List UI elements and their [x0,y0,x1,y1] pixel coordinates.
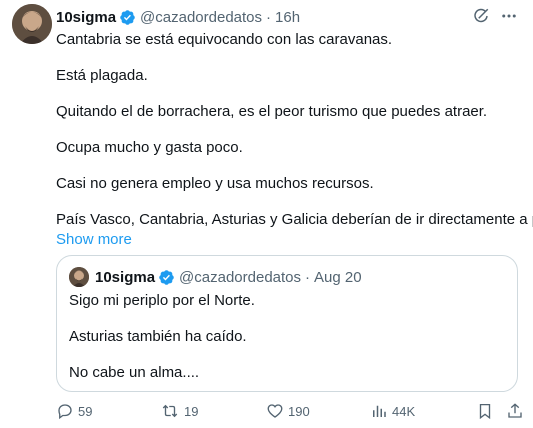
quote-paragraph: Sigo mi periplo por el Norte. [69,292,255,309]
separator-dot: · [305,268,311,286]
avatar-image [12,4,52,44]
quote-paragraph: No cabe un alma.... [69,364,200,381]
views-count: 44K [392,403,416,419]
views-icon [373,405,386,417]
bookmark-button[interactable] [476,402,494,420]
tweet[interactable]: 10sigma @cazadordedatos · 16h Cantabria … [0,0,533,428]
grok-icon[interactable] [471,6,491,26]
like-count: 190 [288,403,310,419]
quoted-tweet[interactable]: 10sigma @cazadordedatos · Aug 20 Sigo mi… [56,255,518,392]
action-bar: 59 19 190 44K [56,402,524,422]
quote-verified-badge-icon [158,269,175,286]
tweet-paragraph: Quitando el de borrachera, es el peor tu… [56,103,488,120]
tweet-paragraph: País Vasco, Cantabria, Asturias y Galici… [56,211,533,228]
retweet-button[interactable]: 19 [160,402,198,420]
separator-dot: · [266,8,272,26]
tweet-paragraph: Ocupa mucho y gasta poco. [56,139,243,156]
quote-author-name: 10sigma [95,268,156,286]
quote-date: Aug 20 [314,268,362,286]
quote-avatar-image [69,267,89,287]
verified-badge-icon[interactable] [119,9,136,26]
views-button[interactable]: 44K [370,402,415,420]
quote-header: 10sigma @cazadordedatos · Aug 20 [95,266,362,288]
show-more-link[interactable]: Show more [56,230,526,250]
author-handle[interactable]: @cazadordedatos [140,9,262,26]
more-icon[interactable] [499,6,519,26]
tweet-paragraph: Cantabria se está equivocando con las ca… [56,31,393,48]
header-actions [471,6,519,26]
reply-count: 59 [78,403,93,419]
reply-button[interactable]: 59 [56,402,92,420]
quote-text: Sigo mi periplo por el Norte. Asturias t… [69,291,255,383]
tweet-time[interactable]: 16h [275,9,300,26]
like-icon [267,404,283,418]
bookmark-icon [479,403,491,420]
quote-avatar[interactable] [69,267,89,287]
tweet-paragraph: Casi no genera empleo y usa muchos recur… [56,175,374,192]
tweet-header: 10sigma @cazadordedatos · 16h [56,6,300,28]
tweet-paragraph: Está plagada. [56,67,148,84]
quote-author-handle: @cazadordedatos [179,268,302,286]
retweet-icon [162,404,178,418]
quote-paragraph: Asturias también ha caído. [69,328,247,345]
reply-icon [58,404,72,420]
tweet-text: Cantabria se está equivocando con las ca… [56,30,533,250]
like-button[interactable]: 190 [266,402,310,420]
share-icon [508,403,522,418]
author-name[interactable]: 10sigma [56,9,116,26]
share-button[interactable] [506,402,524,420]
retweet-count: 19 [184,403,199,419]
avatar[interactable] [12,4,52,44]
